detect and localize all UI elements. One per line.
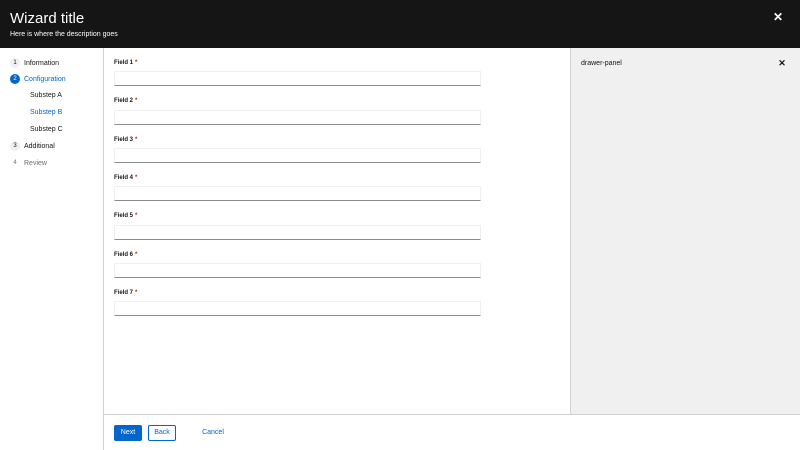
required-mark: * xyxy=(135,175,138,181)
nav-item-additional[interactable]: 3 Additional xyxy=(10,140,55,152)
field-5-input[interactable] xyxy=(114,225,481,240)
wizard-title: Wizard title xyxy=(10,10,85,27)
step-number: 1 xyxy=(10,58,20,68)
field-2-input[interactable] xyxy=(114,110,481,125)
nav-substep-c[interactable]: Substep C xyxy=(30,124,63,136)
close-icon[interactable]: ✕ xyxy=(770,9,786,25)
drawer-title: drawer-panel xyxy=(581,60,622,67)
field-7-label: Field 7 * xyxy=(114,290,138,296)
wizard-main: Field 1 * Field 2 * Field 3 * Field 4 * Fiel… xyxy=(104,48,570,414)
nav-item-information[interactable]: 1 Information xyxy=(10,57,59,69)
next-button[interactable]: Next xyxy=(114,425,142,441)
nav-item-configuration[interactable]: 2 Configuration xyxy=(10,73,66,85)
step-number: 2 xyxy=(10,74,20,84)
required-mark: * xyxy=(135,60,138,66)
field-4-input[interactable] xyxy=(114,186,481,201)
field-4-label: Field 4 * xyxy=(114,175,138,181)
drawer-panel: drawer-panel ✕ xyxy=(570,48,800,414)
field-3-label: Field 3 * xyxy=(114,137,138,143)
field-1-label: Field 1 * xyxy=(114,60,138,66)
back-button[interactable]: Back xyxy=(148,425,176,441)
required-mark: * xyxy=(135,213,138,219)
cancel-button[interactable]: Cancel xyxy=(200,425,226,441)
nav-item-label: Review xyxy=(24,159,47,167)
required-mark: * xyxy=(135,252,138,258)
wizard-header: Wizard title Here is where the descripti… xyxy=(0,0,800,48)
field-2-label: Field 2 * xyxy=(114,98,138,104)
required-mark: * xyxy=(135,290,138,296)
wizard-description: Here is where the description goes xyxy=(10,31,118,38)
field-3-input[interactable] xyxy=(114,148,481,163)
step-number: 4 xyxy=(13,160,17,166)
step-number: 3 xyxy=(10,141,20,151)
required-mark: * xyxy=(135,98,138,104)
nav-substep-b[interactable]: Substep B xyxy=(30,107,62,119)
wizard-nav: 1 Information 2 Configuration Substep A … xyxy=(0,48,104,450)
nav-item-label: Additional xyxy=(24,142,55,150)
field-6-input[interactable] xyxy=(114,263,481,278)
nav-substep-a[interactable]: Substep A xyxy=(30,90,62,102)
wizard-footer: Next Back Cancel xyxy=(104,414,800,450)
field-1-input[interactable] xyxy=(114,71,481,86)
field-7-input[interactable] xyxy=(114,301,481,316)
field-5-label: Field 5 * xyxy=(114,213,138,219)
close-icon[interactable]: ✕ xyxy=(776,57,788,69)
nav-item-label: Configuration xyxy=(24,75,66,83)
required-mark: * xyxy=(135,137,138,143)
nav-item-review: 4 Review xyxy=(10,157,47,169)
field-6-label: Field 6 * xyxy=(114,252,138,258)
nav-item-label: Information xyxy=(24,59,60,67)
